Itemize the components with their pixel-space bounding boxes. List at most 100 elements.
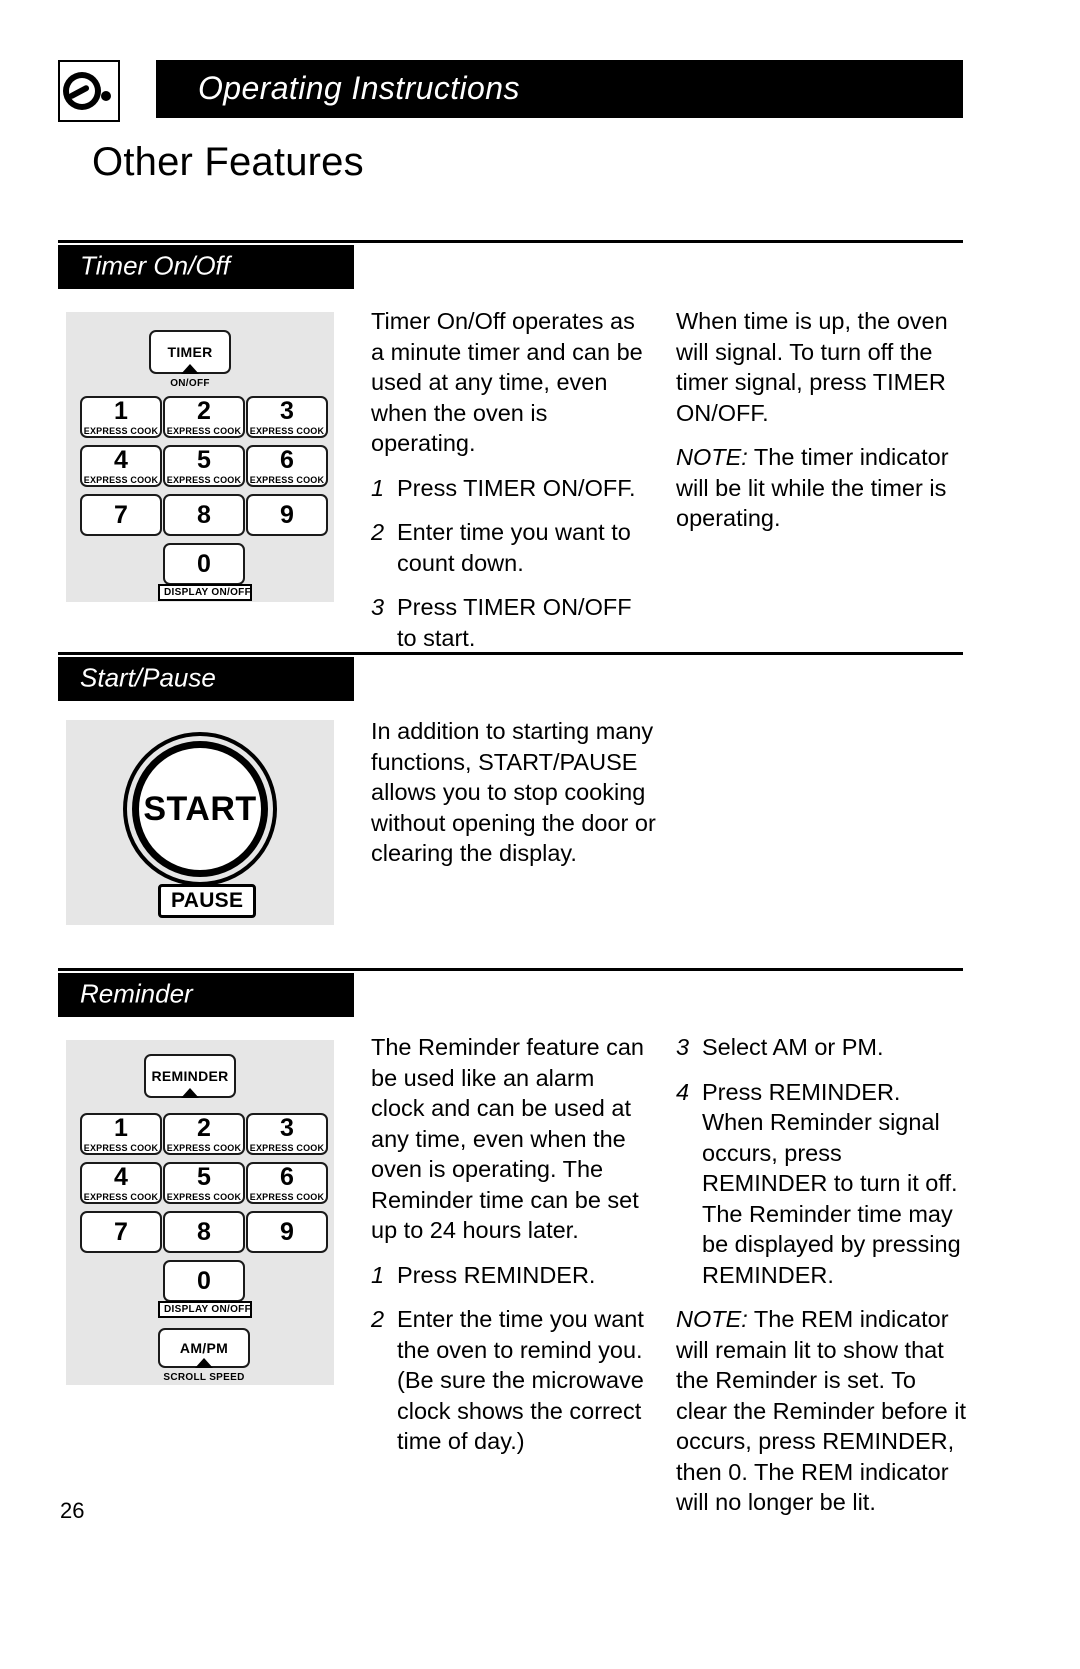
digit-key-1-sub: EXPRESS COOK bbox=[83, 425, 159, 436]
reminder-digit-key-5[interactable]: 5 EXPRESS COOK bbox=[163, 1162, 245, 1204]
timer-step-3-number: 3 bbox=[371, 594, 385, 620]
digit-key-9[interactable]: 9 bbox=[246, 494, 328, 536]
digit-key-5[interactable]: 5 EXPRESS COOK bbox=[163, 445, 245, 487]
reminder-digit-key-8[interactable]: 8 bbox=[163, 1211, 245, 1253]
reminder-digit-key-2[interactable]: 2 EXPRESS COOK bbox=[163, 1113, 245, 1155]
reminder-digit-key-6-sub: EXPRESS COOK bbox=[249, 1191, 325, 1202]
digit-key-1-digit: 1 bbox=[114, 396, 128, 425]
reminder-digit-key-6[interactable]: 6 EXPRESS COOK bbox=[246, 1162, 328, 1204]
timer-step-1: 1 Press TIMER ON/OFF. bbox=[371, 473, 651, 504]
header-bar: Operating Instructions bbox=[156, 60, 963, 118]
reminder-digit-key-3-sub: EXPRESS COOK bbox=[249, 1142, 325, 1153]
digit-key-6[interactable]: 6 EXPRESS COOK bbox=[246, 445, 328, 487]
reminder-digit-key-2-sub: EXPRESS COOK bbox=[166, 1142, 242, 1153]
scroll-speed-label: SCROLL SPEED bbox=[163, 1372, 245, 1383]
digit-key-2[interactable]: 2 EXPRESS COOK bbox=[163, 396, 245, 438]
timer-step-3: 3 Press TIMER ON/OFF to start. bbox=[371, 592, 651, 653]
reminder-digit-key-1-sub: EXPRESS COOK bbox=[83, 1142, 159, 1153]
digit-key-5-digit: 5 bbox=[197, 445, 211, 474]
digit-key-2-sub: EXPRESS COOK bbox=[166, 425, 242, 436]
timer-step-2: 2 Enter time you want to count down. bbox=[371, 517, 651, 578]
digit-key-7[interactable]: 7 bbox=[80, 494, 162, 536]
timer-step-2-number: 2 bbox=[371, 519, 385, 545]
start-pause-column-middle: In addition to starting many functions, … bbox=[371, 716, 656, 869]
digit-key-4-digit: 4 bbox=[114, 445, 128, 474]
reminder-digit-key-6-digit: 6 bbox=[280, 1162, 294, 1191]
digit-key-1[interactable]: 1 EXPRESS COOK bbox=[80, 396, 162, 438]
start-button[interactable]: START bbox=[132, 741, 268, 877]
reminder-step-3: 3 Select AM or PM. bbox=[676, 1032, 966, 1063]
digit-key-8-digit: 8 bbox=[197, 500, 211, 529]
pause-button[interactable]: PAUSE bbox=[158, 884, 257, 918]
reminder-step-4-number: 4 bbox=[676, 1078, 690, 1105]
start-pause-paragraph: In addition to starting many functions, … bbox=[371, 718, 656, 866]
timer-right-paragraph: When time is up, the oven will signal. T… bbox=[676, 308, 948, 426]
reminder-step-1-text: Press REMINDER. bbox=[397, 1261, 596, 1288]
timer-step-2-text: Enter time you want to count down. bbox=[397, 519, 631, 576]
display-on-off-label: DISPLAY ON/OFF bbox=[158, 584, 252, 601]
page-number: 26 bbox=[60, 1498, 85, 1523]
reminder-digit-key-4-sub: EXPRESS COOK bbox=[83, 1191, 159, 1202]
reminder-digit-key-9-digit: 9 bbox=[280, 1217, 294, 1246]
reminder-digit-key-4-digit: 4 bbox=[114, 1162, 128, 1191]
reminder-display-on-off-label: DISPLAY ON/OFF bbox=[158, 1301, 252, 1318]
reminder-step-2-number: 2 bbox=[371, 1306, 385, 1332]
section-heading-reminder-label: Reminder bbox=[80, 978, 193, 1009]
timer-key-pointer-icon bbox=[181, 364, 199, 374]
digit-key-4[interactable]: 4 EXPRESS COOK bbox=[80, 445, 162, 487]
reminder-keypad-art: REMINDER 1 EXPRESS COOK 2 EXPRESS COOK 3… bbox=[66, 1040, 334, 1385]
timer-key-under-label: ON/OFF bbox=[170, 378, 210, 389]
section-heading-start-pause-label: Start/Pause bbox=[80, 662, 216, 693]
timer-note: NOTE: The timer indicator will be lit wh… bbox=[676, 442, 961, 534]
digit-key-6-digit: 6 bbox=[280, 445, 294, 474]
section-heading-timer-label: Timer On/Off bbox=[80, 250, 231, 281]
am-pm-key[interactable]: AM/PM bbox=[158, 1328, 250, 1368]
reminder-digit-key-0[interactable]: 0 bbox=[163, 1260, 245, 1302]
digit-key-3-sub: EXPRESS COOK bbox=[249, 425, 325, 436]
reminder-digit-key-2-digit: 2 bbox=[197, 1113, 211, 1142]
page-title: Other Features bbox=[92, 140, 364, 184]
digit-key-3[interactable]: 3 EXPRESS COOK bbox=[246, 396, 328, 438]
timer-key[interactable]: TIMER bbox=[149, 330, 231, 374]
header-title: Operating Instructions bbox=[198, 69, 520, 106]
reminder-digit-key-7[interactable]: 7 bbox=[80, 1211, 162, 1253]
reminder-step-1: 1 Press REMINDER. bbox=[371, 1260, 651, 1291]
reminder-digit-key-9[interactable]: 9 bbox=[246, 1211, 328, 1253]
digit-key-7-digit: 7 bbox=[114, 500, 128, 529]
start-pause-art: START PAUSE bbox=[66, 720, 334, 925]
section-rule-reminder bbox=[58, 968, 963, 971]
section-rule-start-pause bbox=[58, 652, 963, 655]
am-pm-key-label: AM/PM bbox=[179, 1340, 229, 1356]
page-header: Operating Instructions bbox=[58, 60, 963, 122]
timer-column-right: When time is up, the oven will signal. T… bbox=[676, 306, 961, 534]
reminder-note-text: The REM indicator will remain lit to sho… bbox=[676, 1306, 966, 1515]
timer-note-label: NOTE: bbox=[676, 444, 748, 470]
reminder-key-label: REMINDER bbox=[151, 1068, 229, 1084]
reminder-digit-key-1-digit: 1 bbox=[114, 1113, 128, 1142]
timer-step-3-text: Press TIMER ON/OFF to start. bbox=[397, 594, 632, 651]
timer-intro-text: Timer On/Off operates as a minute timer … bbox=[371, 308, 643, 456]
timer-step-1-number: 1 bbox=[371, 474, 385, 501]
reminder-digit-key-3-digit: 3 bbox=[280, 1113, 294, 1142]
reminder-step-3-text: Select AM or PM. bbox=[702, 1034, 884, 1060]
reminder-digit-key-1[interactable]: 1 EXPRESS COOK bbox=[80, 1113, 162, 1155]
digit-key-8[interactable]: 8 bbox=[163, 494, 245, 536]
microwave-dial-icon bbox=[58, 60, 120, 122]
digit-key-0-digit: 0 bbox=[197, 549, 211, 578]
reminder-intro-text: The Reminder feature can be used like an… bbox=[371, 1034, 645, 1243]
section-heading-start-pause: Start/Pause bbox=[58, 657, 354, 701]
reminder-key-pointer-icon bbox=[181, 1088, 199, 1098]
reminder-note-label: NOTE: bbox=[676, 1306, 748, 1332]
reminder-digit-key-3[interactable]: 3 EXPRESS COOK bbox=[246, 1113, 328, 1155]
reminder-key[interactable]: REMINDER bbox=[144, 1054, 236, 1098]
reminder-step-1-number: 1 bbox=[371, 1261, 385, 1288]
reminder-digit-key-0-digit: 0 bbox=[197, 1266, 211, 1295]
reminder-column-right: 3 Select AM or PM. 4 Press REMINDER. Whe… bbox=[676, 1032, 966, 1518]
digit-key-0[interactable]: 0 bbox=[163, 543, 245, 585]
section-heading-reminder: Reminder bbox=[58, 973, 354, 1017]
reminder-step-3-number: 3 bbox=[676, 1034, 690, 1060]
reminder-digit-key-4[interactable]: 4 EXPRESS COOK bbox=[80, 1162, 162, 1204]
reminder-step-2: 2 Enter the time you want the oven to re… bbox=[371, 1304, 651, 1457]
digit-key-3-digit: 3 bbox=[280, 396, 294, 425]
reminder-step-2-text: Enter the time you want the oven to remi… bbox=[397, 1306, 644, 1454]
